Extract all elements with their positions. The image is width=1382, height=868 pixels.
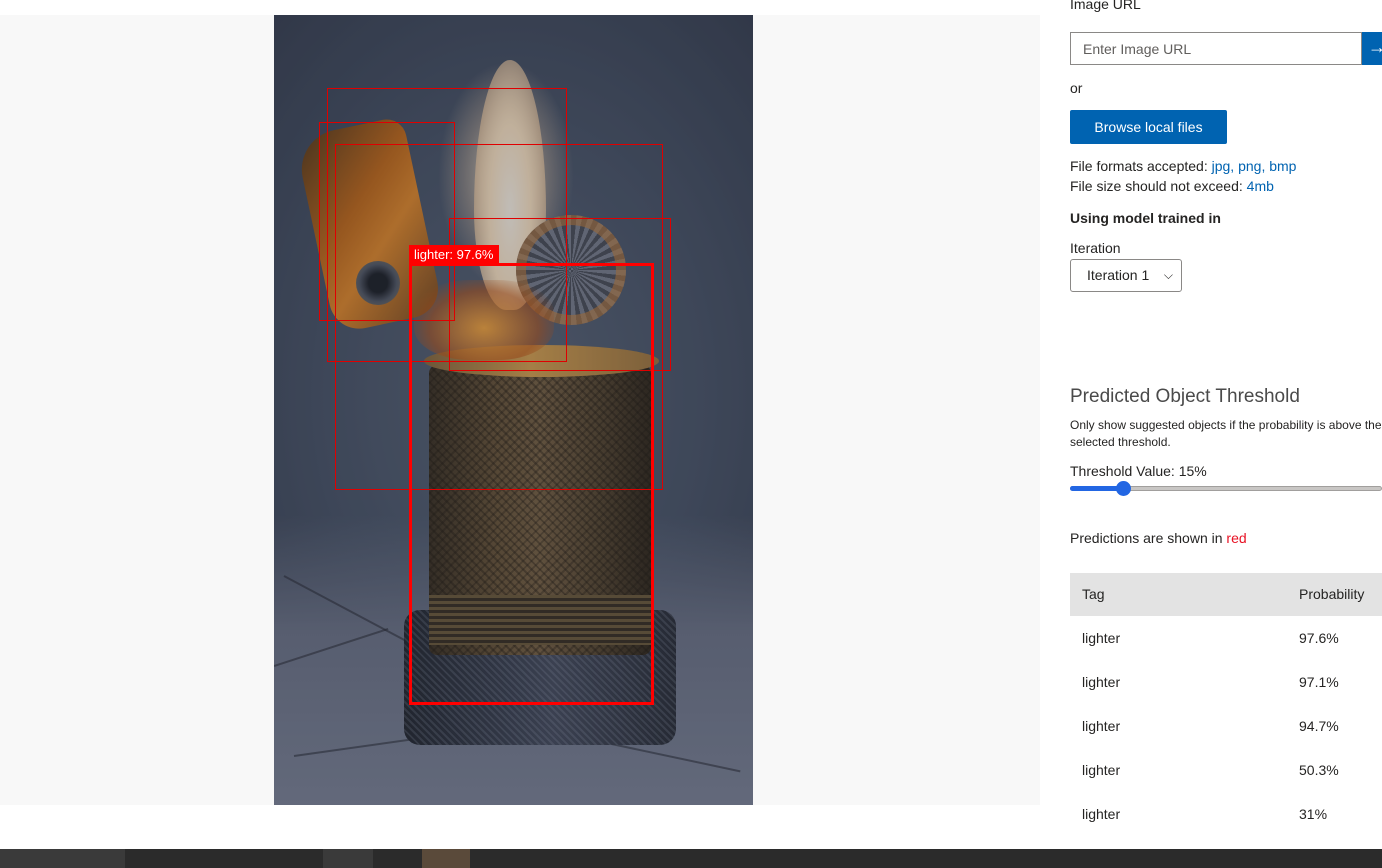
taskbar	[0, 849, 1382, 868]
file-formats-label: File formats accepted:	[1070, 158, 1208, 174]
row-tag: lighter	[1082, 718, 1121, 734]
image-url-label: Image URL	[1070, 0, 1141, 12]
table-row[interactable]: lighter 97.1%	[1070, 660, 1382, 704]
arrow-right-icon[interactable]: →	[1362, 32, 1382, 65]
threshold-value: Threshold Value: 15%	[1070, 463, 1207, 479]
row-probability: 97.1%	[1299, 674, 1339, 690]
predictions-color-word: red	[1226, 530, 1247, 546]
threshold-description: Only show suggested objects if the proba…	[1070, 417, 1382, 451]
image-preview-area: lighter: 97.6%	[0, 15, 1040, 805]
predictions-note: Predictions are shown in red	[1070, 530, 1247, 546]
threshold-title: Predicted Object Threshold	[1070, 386, 1300, 407]
file-formats-info: File formats accepted: jpg, png, bmp	[1070, 158, 1296, 174]
prediction-box-selected[interactable]	[409, 263, 654, 705]
file-size-label: File size should not exceed:	[1070, 178, 1243, 194]
row-tag: lighter	[1082, 630, 1121, 646]
prediction-label: lighter: 97.6%	[409, 245, 499, 265]
row-tag: lighter	[1082, 806, 1121, 822]
iteration-select[interactable]: Iteration 1 ⌵	[1070, 259, 1182, 292]
row-tag: lighter	[1082, 674, 1121, 690]
row-probability: 94.7%	[1299, 718, 1339, 734]
row-probability: 50.3%	[1299, 762, 1339, 778]
file-size-value: 4mb	[1246, 178, 1274, 194]
table-header: Tag Probability	[1070, 573, 1382, 616]
threshold-slider-thumb[interactable]	[1116, 481, 1131, 496]
settings-panel: Image URL → or Browse local files File f…	[1070, 0, 1382, 868]
or-text: or	[1070, 80, 1083, 96]
table-row[interactable]: lighter 31%	[1070, 792, 1382, 836]
iteration-select-value: Iteration 1	[1087, 267, 1150, 283]
probability-column-header[interactable]: Probability	[1299, 586, 1364, 602]
predictions-table: Tag Probability lighter 97.6% lighter 97…	[1070, 573, 1382, 836]
chevron-down-icon: ⌵	[1163, 268, 1173, 282]
tag-column-header[interactable]: Tag	[1082, 586, 1105, 602]
browse-local-files-button[interactable]: Browse local files	[1070, 110, 1227, 144]
row-probability: 31%	[1299, 806, 1328, 822]
row-tag: lighter	[1082, 762, 1121, 778]
predictions-note-prefix: Predictions are shown in	[1070, 530, 1223, 546]
iteration-label: Iteration	[1070, 240, 1121, 256]
table-row[interactable]: lighter 97.6%	[1070, 616, 1382, 660]
row-probability: 97.6%	[1299, 630, 1339, 646]
table-row[interactable]: lighter 94.7%	[1070, 704, 1382, 748]
model-heading: Using model trained in	[1070, 210, 1221, 226]
image-url-input[interactable]	[1070, 32, 1362, 65]
file-size-info: File size should not exceed: 4mb	[1070, 178, 1274, 194]
threshold-description-line2: selected threshold.	[1070, 435, 1171, 449]
threshold-description-line1: Only show suggested objects if the proba…	[1070, 418, 1382, 432]
file-formats-values: jpg, png, bmp	[1211, 158, 1297, 174]
table-row[interactable]: lighter 50.3%	[1070, 748, 1382, 792]
